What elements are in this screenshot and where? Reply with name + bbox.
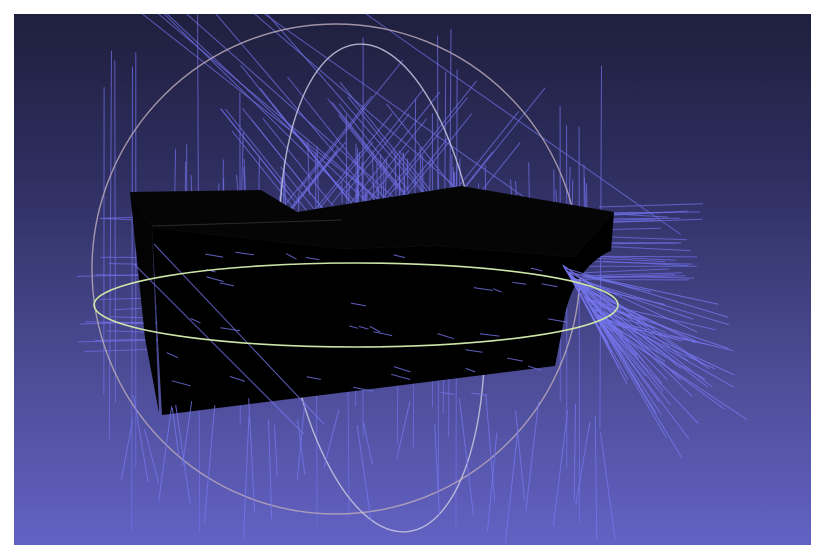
normal-line: [120, 419, 134, 480]
normal-line: [594, 415, 598, 540]
3d-scene[interactable]: [14, 14, 811, 545]
normal-line: [110, 316, 165, 319]
normal-line: [458, 398, 474, 516]
normal-line: [485, 394, 496, 501]
normal-line: [299, 59, 404, 190]
normal-line: [515, 410, 525, 500]
normal-line: [528, 162, 530, 202]
normal-line: [363, 422, 373, 465]
normal-line: [598, 203, 703, 208]
normal-line: [584, 268, 669, 274]
normal-line: [552, 410, 569, 526]
normal-line: [487, 433, 498, 532]
normal-line: [471, 392, 488, 396]
normal-line: [248, 398, 256, 512]
normal-line: [591, 308, 683, 459]
normal-line: [203, 405, 216, 524]
normal-line: [602, 245, 691, 252]
normal-line: [504, 430, 519, 544]
normal-line: [575, 421, 591, 506]
normal-line: [274, 424, 278, 477]
normal-line: [356, 424, 372, 521]
normal-line: [396, 401, 411, 460]
normal-line: [158, 405, 173, 501]
normal-line: [316, 141, 374, 212]
normal-line: [600, 432, 616, 540]
normal-line: [114, 60, 116, 403]
normal-line: [175, 404, 191, 504]
normal-line: [454, 87, 546, 202]
normal-line: [241, 132, 244, 197]
normal-line: [573, 403, 576, 502]
normal-line: [361, 118, 428, 200]
normal-line: [243, 416, 250, 540]
normal-line: [525, 401, 540, 512]
normal-line: [220, 108, 296, 203]
3d-viewport[interactable]: [14, 14, 811, 545]
normal-line: [108, 50, 112, 440]
normal-line: [171, 407, 180, 456]
mesh[interactable]: [130, 186, 614, 415]
normal-line: [584, 255, 698, 258]
normal-line: [323, 409, 340, 468]
